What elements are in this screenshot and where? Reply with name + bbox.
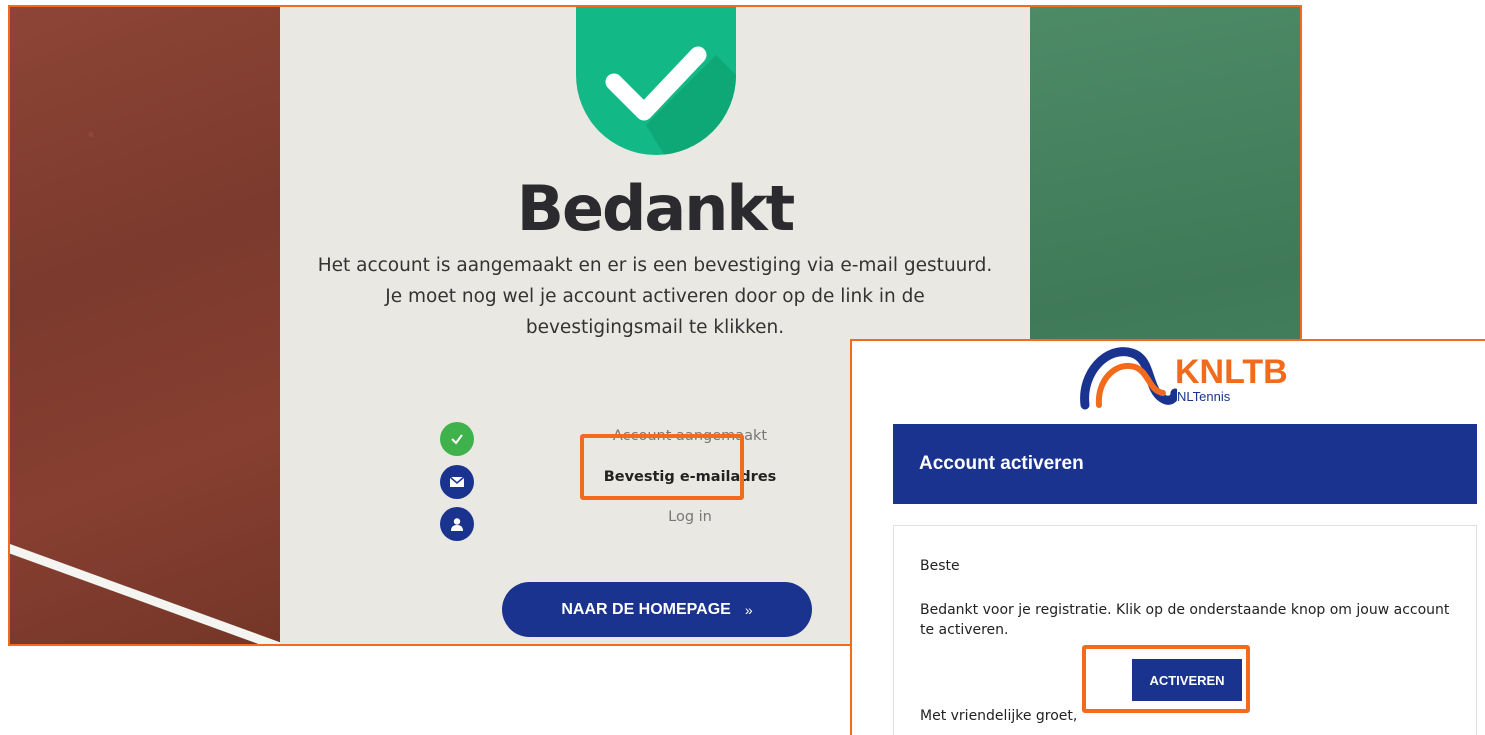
activate-button-highlight: [1082, 645, 1250, 713]
email-greeting: Beste: [920, 558, 960, 574]
activation-email-screenshot: KNLTB NLTennis Account activeren Beste B…: [850, 339, 1485, 735]
logo-wordmark: KNLTB: [1175, 353, 1288, 391]
user-icon: [440, 507, 474, 541]
logo-subtitle: NLTennis: [1177, 389, 1231, 404]
knltb-logo: KNLTB NLTennis: [1077, 343, 1297, 411]
homepage-button-label: NAAR DE HOMEPAGE: [561, 600, 731, 618]
chevron-right-icon: »: [744, 601, 753, 618]
step-done-check-icon: [440, 422, 474, 456]
homepage-button[interactable]: NAAR DE HOMEPAGE »: [502, 582, 812, 637]
confirmation-message: Het account is aangemaakt en er is een b…: [317, 255, 993, 338]
step-label-log-in: Log in: [668, 509, 712, 525]
knltb-swoosh-icon: [1080, 347, 1180, 410]
page-title: Bedankt: [516, 172, 796, 245]
tennis-court-red-background: [10, 7, 280, 644]
email-header-title: Account activeren: [919, 453, 1084, 474]
current-step-highlight: [580, 434, 744, 500]
email-body-text: Bedankt voor je registratie. Klik op de …: [920, 602, 1450, 638]
envelope-icon: [440, 465, 474, 499]
success-check-icon: [576, 7, 736, 155]
email-header-banner: Account activeren: [893, 424, 1477, 504]
